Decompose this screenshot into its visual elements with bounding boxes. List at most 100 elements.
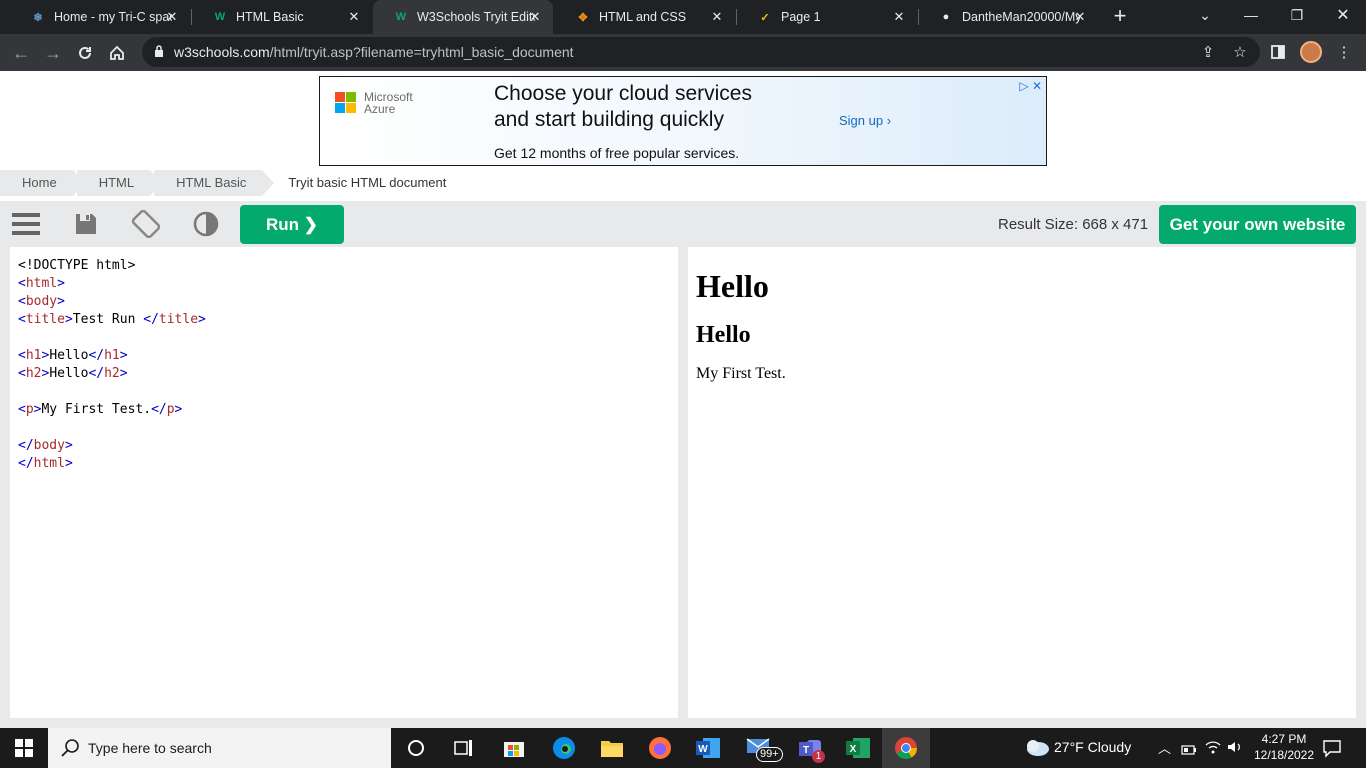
menu-hamburger-icon[interactable]: [11, 209, 41, 239]
forward-button[interactable]: →: [40, 40, 66, 66]
tab-title: HTML Basic: [236, 10, 304, 24]
ad-banner[interactable]: Microsoft Azure Choose your cloud servic…: [319, 76, 1047, 166]
volume-icon[interactable]: [1227, 740, 1243, 759]
excel-icon[interactable]: X: [834, 728, 882, 768]
run-button[interactable]: Run ❯: [240, 205, 344, 244]
code-token: h2: [25, 366, 42, 381]
tab-close-icon[interactable]: ✕: [891, 9, 907, 25]
edge-browser-icon[interactable]: [540, 728, 588, 768]
ad-signup-link[interactable]: Sign up ›: [839, 113, 891, 128]
restore-button[interactable]: ❐: [1274, 0, 1320, 30]
browser-tab[interactable]: ✓ Page 1 ✕: [737, 0, 917, 34]
result-frame[interactable]: Hello Hello My First Test.: [688, 247, 1356, 718]
tab-close-icon[interactable]: ✕: [1072, 9, 1088, 25]
word-icon[interactable]: W: [684, 728, 732, 768]
share-icon[interactable]: ⇪: [1198, 42, 1218, 62]
back-button[interactable]: ←: [8, 40, 34, 66]
breadcrumb: Home HTML HTML Basic Tryit basic HTML do…: [0, 170, 466, 196]
taskbar-clock[interactable]: 4:27 PM 12/18/2022: [1244, 731, 1324, 763]
code-token: >: [64, 438, 73, 453]
code-token: >: [57, 294, 65, 309]
chrome-icon[interactable]: [882, 728, 930, 768]
code-line: <html>: [18, 275, 670, 293]
browser-tab[interactable]: W HTML Basic ✕: [192, 0, 372, 34]
browser-tab[interactable]: W W3Schools Tryit Editor ✕: [373, 0, 553, 34]
cortana-icon[interactable]: [392, 728, 440, 768]
profile-avatar[interactable]: [1300, 41, 1322, 63]
code-token: h1: [104, 348, 120, 363]
page-icon: ✓: [760, 11, 770, 24]
theme-contrast-icon[interactable]: [191, 209, 221, 239]
taskbar-search-box[interactable]: Type here to search: [48, 728, 391, 768]
code-token: body: [33, 438, 65, 453]
svg-text:W: W: [698, 744, 708, 755]
start-button[interactable]: [0, 728, 48, 768]
url-host: w3schools.com: [174, 44, 270, 60]
ad-choices-icon[interactable]: ▷ ✕: [1019, 79, 1042, 93]
tab-search-icon[interactable]: ⌄: [1182, 0, 1228, 30]
menu-kebab-icon[interactable]: ⋮: [1334, 42, 1354, 62]
code-token: h2: [104, 366, 120, 381]
ad-headline: Choose your cloud services and start bui…: [494, 81, 752, 133]
breadcrumb-home[interactable]: Home: [0, 170, 85, 196]
tab-close-icon[interactable]: ✕: [527, 9, 543, 25]
reload-icon: [79, 46, 91, 59]
close-window-button[interactable]: ✕: [1320, 0, 1366, 30]
get-own-website-button[interactable]: Get your own website: [1159, 205, 1356, 244]
home-button[interactable]: [104, 40, 130, 66]
tab-title: Home - my Tri-C space: [54, 10, 172, 24]
code-token: >: [174, 402, 183, 417]
weather-cloud-icon[interactable]: [1022, 737, 1050, 762]
microsoft-store-icon[interactable]: [490, 728, 538, 768]
breadcrumb-html[interactable]: HTML: [76, 170, 163, 196]
tab-close-icon[interactable]: ✕: [346, 9, 362, 25]
minimize-button[interactable]: —: [1228, 0, 1274, 30]
code-token: </: [143, 312, 159, 327]
save-icon[interactable]: [71, 209, 101, 239]
bookmark-star-icon[interactable]: ☆: [1230, 42, 1250, 62]
code-token: <: [18, 276, 26, 291]
mail-icon[interactable]: 99+: [736, 728, 784, 768]
battery-icon[interactable]: [1181, 742, 1197, 760]
browser-tab[interactable]: ● DantheMan20000/My ✕: [918, 0, 1098, 34]
browser-toolbar: ← → w3schools.com/html/tryit.asp?filenam…: [0, 34, 1366, 71]
browser-tab[interactable]: ❄ Home - my Tri-C space ✕: [10, 0, 190, 34]
code-token: <: [18, 312, 26, 327]
tab-close-icon[interactable]: ✕: [164, 9, 180, 25]
code-token: >: [119, 366, 128, 381]
code-token: </: [151, 402, 167, 417]
code-line: </body>: [18, 437, 670, 455]
svg-text:T: T: [803, 745, 809, 756]
result-size-label: Result Size: 668 x 471: [998, 216, 1149, 233]
svg-text:X: X: [850, 744, 857, 755]
address-bar[interactable]: w3schools.com/html/tryit.asp?filename=tr…: [142, 37, 1260, 67]
code-token: <: [18, 366, 26, 381]
dots-icon: ✥: [578, 11, 588, 24]
side-panel-icon[interactable]: [1268, 42, 1288, 62]
firefox-icon[interactable]: [636, 728, 684, 768]
teams-icon[interactable]: T 1: [786, 728, 834, 768]
code-token: html: [25, 276, 58, 291]
wifi-icon[interactable]: [1205, 740, 1221, 759]
new-tab-button[interactable]: +: [1108, 5, 1132, 29]
code-token: >: [198, 312, 206, 327]
code-token: <: [18, 348, 26, 363]
weather-text[interactable]: 27°F Cloudy: [1054, 739, 1131, 755]
task-view-icon[interactable]: [440, 728, 488, 768]
code-line: <title>Test Run </title>: [18, 311, 670, 329]
reload-button[interactable]: [72, 40, 98, 66]
notifications-icon[interactable]: [1322, 738, 1342, 763]
clock-time: 4:27 PM: [1261, 732, 1307, 746]
breadcrumb-html-basic[interactable]: HTML Basic: [154, 170, 275, 196]
code-editor[interactable]: <!DOCTYPE html> <html> <body> <title>Test R…: [10, 247, 678, 718]
file-explorer-icon[interactable]: [588, 728, 636, 768]
result-paragraph: My First Test.: [696, 365, 786, 382]
browser-tab[interactable]: ✥ HTML and CSS ✕: [555, 0, 735, 34]
tab-close-icon[interactable]: ✕: [709, 9, 725, 25]
rotate-layout-icon[interactable]: [131, 209, 161, 239]
url-path: /html/tryit.asp?filename=tryhtml_basic_d…: [269, 44, 574, 60]
show-hidden-icons-icon[interactable]: ︿: [1158, 738, 1171, 757]
code-line: <p>My First Test.</p>: [18, 401, 670, 419]
